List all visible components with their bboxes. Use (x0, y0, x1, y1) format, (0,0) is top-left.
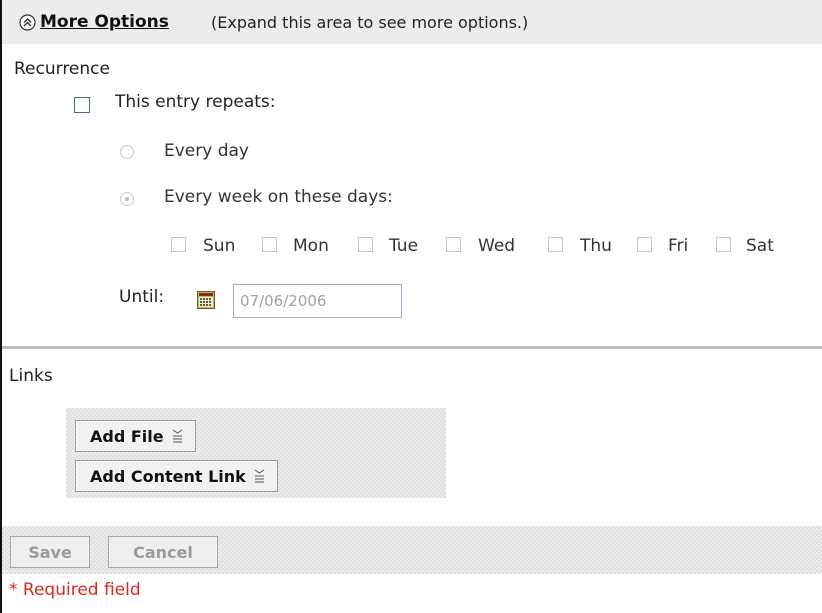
left-border (0, 0, 2, 613)
every-week-label: Every week on these days: (164, 187, 393, 207)
add-file-button[interactable]: Add File (75, 420, 196, 452)
add-content-link-button-label: Add Content Link (90, 466, 246, 486)
recurrence-label: Recurrence (14, 59, 110, 79)
save-button[interactable]: Save (10, 536, 90, 568)
more-options-link[interactable]: More Options (40, 12, 169, 32)
every-week-radio[interactable] (120, 192, 134, 206)
day-checkbox-wed[interactable] (446, 237, 461, 252)
day-label-fri: Fri (668, 236, 689, 256)
collapse-up-icon[interactable] (19, 14, 36, 31)
repeat-checkbox[interactable] (74, 97, 90, 113)
dropdown-menu-icon (254, 469, 265, 483)
add-file-button-label: Add File (90, 426, 164, 446)
day-label-mon: Mon (293, 236, 329, 256)
add-content-link-button[interactable]: Add Content Link (75, 460, 278, 492)
every-day-radio[interactable] (120, 145, 134, 159)
more-options-header[interactable]: More Options (Expand this area to see mo… (2, 0, 822, 44)
day-checkbox-sun[interactable] (171, 237, 186, 252)
until-date-input[interactable] (233, 284, 402, 318)
form-footer-bar: Save Cancel (2, 526, 822, 574)
cancel-button-label: Cancel (133, 542, 193, 562)
links-panel: Add File Add Content Link (66, 408, 446, 498)
dropdown-menu-icon (172, 429, 182, 443)
calendar-icon[interactable] (197, 291, 215, 309)
every-day-label: Every day (164, 141, 249, 161)
save-button-label: Save (28, 542, 72, 562)
day-label-thu: Thu (580, 236, 612, 256)
day-checkbox-thu[interactable] (548, 237, 563, 252)
day-checkbox-sat[interactable] (716, 237, 731, 252)
required-field-note: * Required field (9, 580, 141, 600)
day-label-tue: Tue (389, 236, 419, 256)
cancel-button[interactable]: Cancel (108, 536, 218, 568)
day-checkbox-fri[interactable] (637, 237, 652, 252)
day-label-sat: Sat (746, 236, 774, 256)
day-checkbox-tue[interactable] (358, 237, 373, 252)
links-label: Links (9, 366, 53, 386)
section-divider (2, 346, 822, 349)
day-checkbox-mon[interactable] (262, 237, 277, 252)
until-label: Until: (119, 287, 165, 307)
edit-entry-form: More Options (Expand this area to see mo… (0, 0, 822, 613)
more-options-hint: (Expand this area to see more options.) (211, 13, 529, 32)
day-label-sun: Sun (203, 236, 236, 256)
day-label-wed: Wed (478, 236, 516, 256)
repeat-label: This entry repeats: (115, 92, 276, 112)
